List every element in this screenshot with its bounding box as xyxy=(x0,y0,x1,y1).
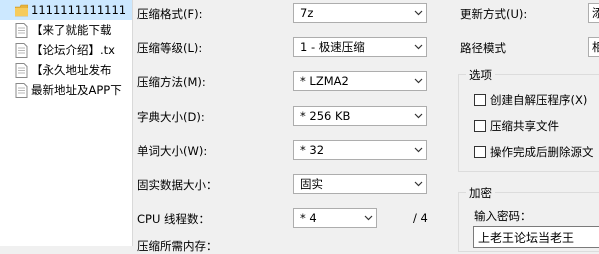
file-name: 【永久地址发布 xyxy=(31,63,112,77)
format-label: 压缩格式(F): xyxy=(137,7,203,21)
memory-label: 压缩所需内存： xyxy=(137,239,218,253)
sfx-checkbox[interactable] xyxy=(474,94,486,106)
chevron-down-icon xyxy=(410,38,426,56)
solid-block-label: 固实数据大小： xyxy=(137,178,218,192)
path-mode-select[interactable]: 相 xyxy=(588,37,599,57)
file-item-folder[interactable]: 1111111111111 xyxy=(0,0,132,20)
chevron-down-icon xyxy=(410,107,426,125)
file-item[interactable]: 最新地址及APP下 xyxy=(0,80,132,100)
update-mode-label: 更新方式(U): xyxy=(460,7,528,21)
method-label: 压缩方法(M): xyxy=(137,75,206,89)
folder-icon xyxy=(15,4,28,16)
cpu-threads-select[interactable]: * 4 xyxy=(293,208,377,228)
sfx-label: 创建自解压程序(X) xyxy=(490,93,588,107)
shared-files-label: 压缩共享文件 xyxy=(490,119,559,133)
file-name: 1111111111111 xyxy=(31,3,127,17)
document-icon xyxy=(15,82,28,98)
path-mode-label: 路径模式 xyxy=(460,41,506,55)
shared-files-checkbox[interactable] xyxy=(474,120,486,132)
chevron-down-icon xyxy=(410,4,426,22)
options-title: 选项 xyxy=(466,67,495,83)
file-name: 【论坛介绍】.tx xyxy=(31,43,115,57)
chevron-down-icon xyxy=(410,141,426,159)
update-mode-select[interactable]: 添 xyxy=(588,3,599,23)
method-select[interactable]: * LZMA2 xyxy=(293,71,427,91)
chevron-down-icon xyxy=(360,209,376,227)
password-input[interactable]: 上老王论坛当老王 xyxy=(473,226,599,248)
file-name: 【来了就能下载 xyxy=(31,23,112,37)
document-icon xyxy=(15,62,28,78)
file-item[interactable]: 【论坛介绍】.tx xyxy=(0,40,132,60)
chevron-down-icon xyxy=(410,72,426,90)
solid-block-select[interactable]: 固实 xyxy=(293,174,427,194)
word-size-label: 单词大小(W): xyxy=(137,144,208,158)
word-size-select[interactable]: * 32 xyxy=(293,140,427,160)
file-item[interactable]: 【永久地址发布 xyxy=(0,60,132,80)
password-label: 输入密码： xyxy=(474,209,532,223)
cpu-threads-label: CPU 线程数： xyxy=(137,212,211,226)
encryption-title: 加密 xyxy=(466,185,495,201)
document-icon xyxy=(15,42,28,58)
level-label: 压缩等级(L): xyxy=(137,41,203,55)
file-name: 最新地址及APP下 xyxy=(31,83,122,97)
chevron-down-icon xyxy=(410,175,426,193)
file-list[interactable]: 1111111111111 【来了就能下载 【论坛介绍】.tx 【永久地址发布 … xyxy=(0,0,133,246)
delete-after-checkbox[interactable] xyxy=(474,146,486,158)
delete-after-label: 操作完成后删除源文 xyxy=(490,145,594,159)
file-item[interactable]: 【来了就能下载 xyxy=(0,20,132,40)
cpu-threads-total: / 4 xyxy=(413,211,428,225)
format-select[interactable]: 7z xyxy=(293,3,427,23)
level-select[interactable]: 1 - 极速压缩 xyxy=(293,37,427,57)
dictionary-select[interactable]: * 256 KB xyxy=(293,106,427,126)
compression-dialog: 压缩格式(F): 7z 压缩等级(L): 1 - 极速压缩 压缩方法(M): *… xyxy=(133,0,599,253)
document-icon xyxy=(15,22,28,38)
dictionary-label: 字典大小(D): xyxy=(137,110,205,124)
